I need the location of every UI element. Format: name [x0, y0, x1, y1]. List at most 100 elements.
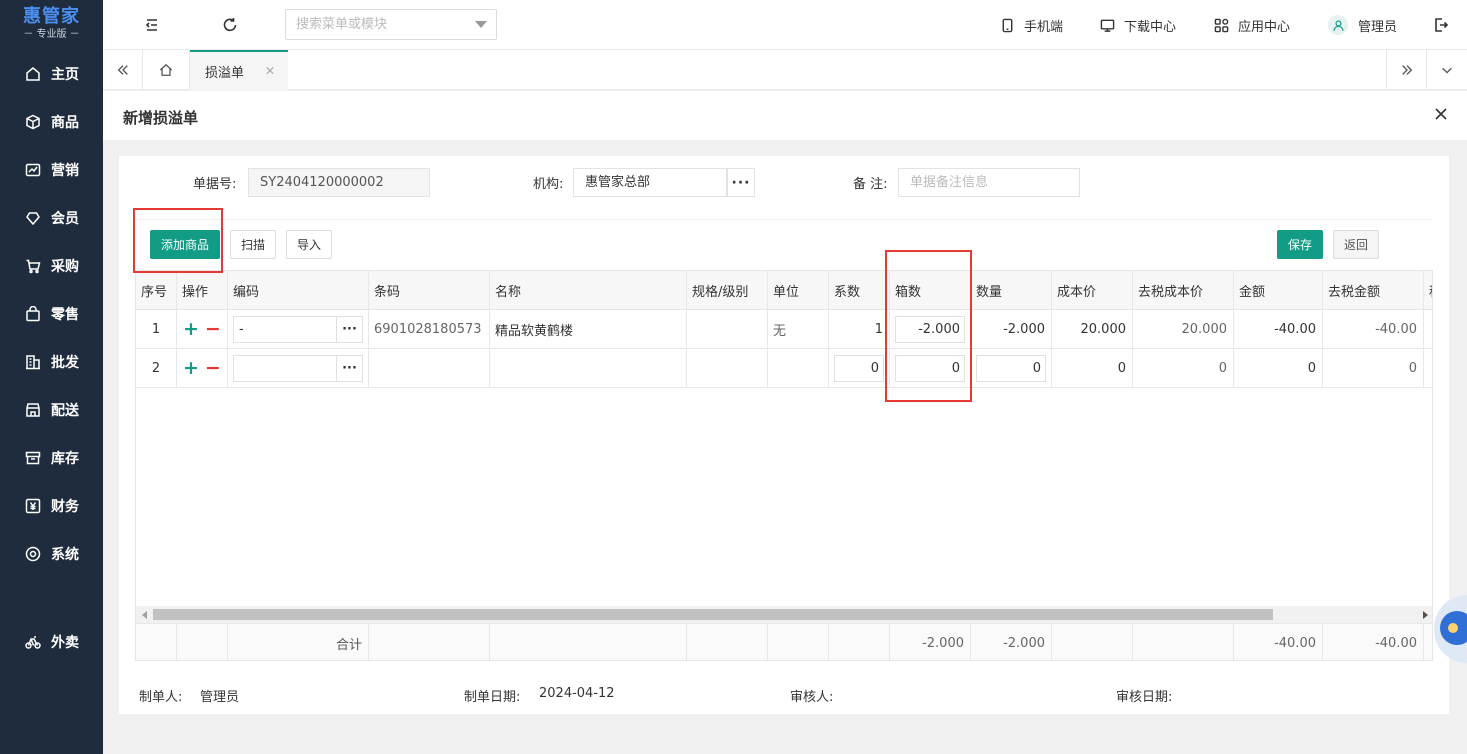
sidebar-item-finance[interactable]: 财务 — [0, 491, 103, 521]
mobile-link[interactable]: 手机端 — [1000, 15, 1063, 35]
amount-cell[interactable]: 0 — [1234, 349, 1323, 387]
amount-cell[interactable]: -40.00 — [1234, 310, 1323, 348]
tax-cell — [1424, 349, 1432, 387]
download-center-link[interactable]: 下载中心 — [1100, 15, 1176, 35]
row-actions: + − — [177, 349, 228, 387]
sidebar-item-home[interactable]: 主页 — [0, 59, 103, 89]
barcode-cell — [369, 349, 490, 387]
boxes-input[interactable]: -2.000 — [895, 316, 965, 343]
spec-cell — [687, 349, 768, 387]
code-picker-button[interactable]: ··· — [336, 316, 363, 343]
user-menu[interactable]: 管理员 — [1328, 15, 1397, 35]
app-center-link[interactable]: 应用中心 — [1214, 15, 1290, 35]
sidebar-item-label: 零售 — [51, 307, 79, 323]
scroll-left-arrow-icon[interactable] — [136, 606, 153, 623]
remove-row-icon[interactable]: − — [205, 318, 221, 340]
sidebar-item-retail[interactable]: 零售 — [0, 299, 103, 329]
home-tab[interactable] — [143, 50, 190, 90]
tabs-scroll-left-button[interactable] — [103, 50, 143, 90]
back-button[interactable]: 返回 — [1333, 230, 1379, 259]
unit-cell — [768, 349, 829, 387]
sidebar-item-label: 配送 — [51, 403, 79, 419]
sidebar-item-label: 主页 — [51, 67, 79, 83]
sidebar-item-label: 营销 — [51, 163, 79, 179]
assistant-eye — [1448, 623, 1458, 633]
divider — [135, 219, 1433, 220]
code-input[interactable]: - — [233, 316, 337, 343]
close-icon[interactable] — [1432, 105, 1450, 123]
add-row-icon[interactable]: + — [183, 357, 199, 379]
refresh-icon[interactable] — [220, 15, 240, 35]
spec-cell — [687, 310, 768, 348]
sidebar-item-wholesale[interactable]: 批发 — [0, 347, 103, 377]
column-header: 单位 — [768, 271, 829, 309]
factor-cell: 1 — [829, 310, 890, 348]
sidebar-item-label: 商品 — [51, 115, 79, 131]
double-chevron-right-icon — [1401, 65, 1412, 75]
remove-row-icon[interactable]: − — [205, 357, 221, 379]
cost-cell[interactable]: 20.000 — [1052, 310, 1133, 348]
sidebar-item-label: 外卖 — [51, 635, 79, 651]
sidebar-item-takeout[interactable]: 外卖 — [0, 627, 103, 657]
code-input[interactable] — [233, 355, 337, 382]
qty-cell[interactable]: -2.000 — [971, 310, 1052, 348]
scrollbar-thumb[interactable] — [153, 609, 1273, 620]
column-header: 编码 — [228, 271, 369, 309]
doc-number-field: SY2404120000002 — [248, 168, 430, 197]
tabs-scroll-right-button[interactable] — [1386, 50, 1427, 90]
sidebar-item-marketing[interactable]: 营销 — [0, 155, 103, 185]
phone-icon — [1002, 18, 1013, 32]
org-field[interactable]: 惠管家总部 — [573, 168, 727, 197]
org-picker-button[interactable]: ··· — [727, 168, 755, 197]
boxes-input[interactable]: 0 — [895, 355, 965, 382]
search-input[interactable]: 搜索菜单或模块 — [285, 9, 497, 40]
boxes-cell: -2.000 — [890, 310, 971, 348]
add-row-icon[interactable]: + — [183, 318, 199, 340]
add-goods-button[interactable]: 添加商品 — [150, 230, 220, 259]
scroll-right-arrow-icon[interactable] — [1417, 606, 1432, 623]
factor-cell: 0 — [829, 349, 890, 387]
mobile-label: 手机端 — [1024, 19, 1064, 35]
building-icon — [25, 354, 41, 370]
sidebar-item-inventory[interactable]: 库存 — [0, 443, 103, 473]
sidebar-item-goods[interactable]: 商品 — [0, 107, 103, 137]
tabs-bar: 损溢单 ✕ — [103, 50, 1467, 90]
tab-loss-overflow[interactable]: 损溢单 ✕ — [190, 50, 288, 90]
create-date-label: 制单日期: — [464, 690, 521, 705]
unit-cell: 无 — [768, 310, 829, 348]
column-header: 条码 — [369, 271, 490, 309]
name-cell: 精品软黄鹤楼 — [490, 310, 687, 348]
user-name: 管理员 — [1358, 19, 1398, 35]
qty-cell: 0 — [971, 349, 1052, 387]
menu-fold-icon[interactable] — [142, 15, 162, 35]
chevron-down-icon — [1442, 67, 1452, 74]
close-icon[interactable]: ✕ — [265, 65, 277, 77]
totals-cell — [1052, 624, 1133, 660]
sidebar-item-purchase[interactable]: 采购 — [0, 251, 103, 281]
page-header: 新增损溢单 — [103, 91, 1467, 141]
tab-label: 损溢单 — [205, 65, 245, 81]
store-icon — [25, 402, 41, 418]
scan-button[interactable]: 扫描 — [230, 230, 276, 259]
cost-ex-tax-cell: 20.000 — [1133, 310, 1234, 348]
table-row: 2 + − ··· 0 0 0 0 0 0 0 — [136, 349, 1432, 388]
logout-icon[interactable] — [1431, 15, 1451, 35]
table-header: 序号 操作 编码 条码 名称 规格/级别 单位 系数 箱数 数量 成本价 去税成… — [136, 271, 1432, 310]
table-row: 1 + − - ··· 6901028180573 精品软黄鹤楼 无 1 -2.… — [136, 310, 1432, 349]
import-button[interactable]: 导入 — [286, 230, 332, 259]
save-button[interactable]: 保存 — [1277, 230, 1323, 259]
sidebar-item-members[interactable]: 会员 — [0, 203, 103, 233]
logo-edition: － 专业版 － — [23, 29, 80, 40]
tabs-more-button[interactable] — [1427, 50, 1467, 90]
bike-icon — [25, 634, 41, 650]
column-header: 去税成本价 — [1133, 271, 1234, 309]
remark-input[interactable]: 单据备注信息 — [898, 168, 1080, 197]
cost-cell[interactable]: 0 — [1052, 349, 1133, 387]
sidebar-item-delivery[interactable]: 配送 — [0, 395, 103, 425]
column-header: 成本价 — [1052, 271, 1133, 309]
code-picker-button[interactable]: ··· — [336, 355, 363, 382]
sidebar-item-system[interactable]: 系统 — [0, 539, 103, 569]
qty-input[interactable]: 0 — [976, 355, 1046, 382]
horizontal-scrollbar[interactable] — [136, 606, 1432, 623]
factor-input[interactable]: 0 — [834, 355, 884, 382]
